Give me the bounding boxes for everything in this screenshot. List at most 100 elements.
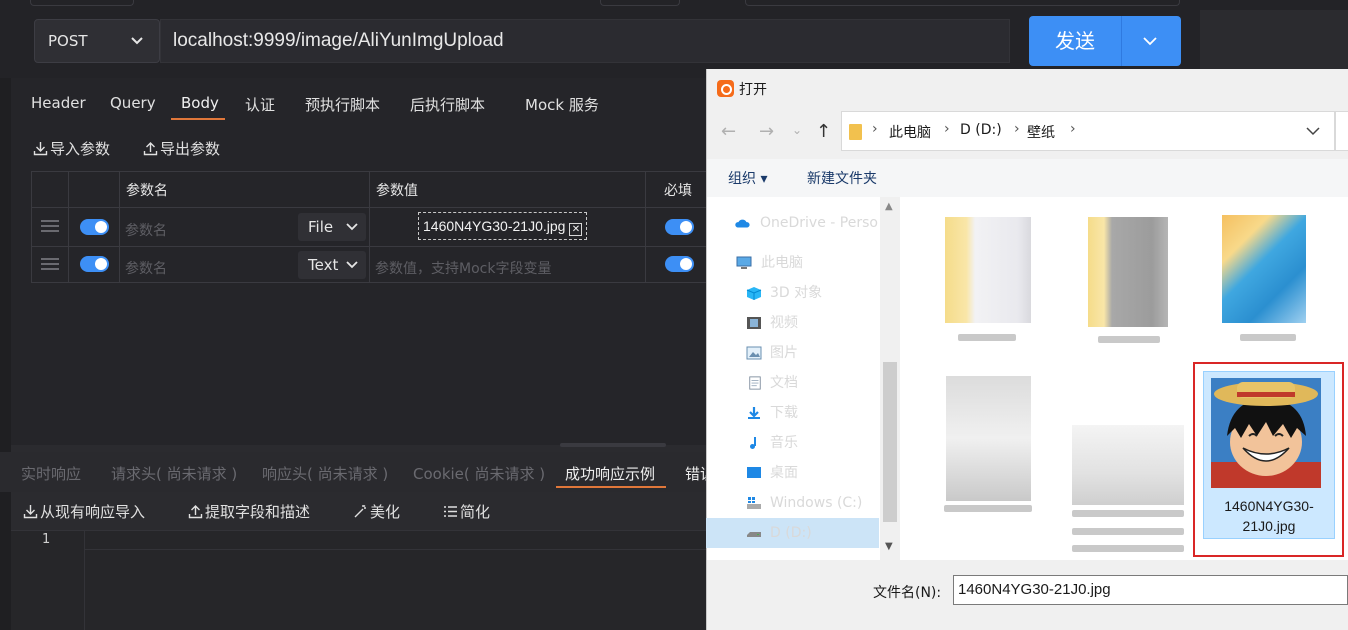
tab-response-headers[interactable]: 响应头( 尚未请求 ) [262,463,388,484]
nav-item-this-pc[interactable]: 此电脑 [706,248,879,278]
extract-fields-button[interactable]: 提取字段和描述 [188,501,310,522]
picture-icon [746,346,762,360]
tab-body[interactable]: Body [181,94,219,112]
scroll-down-icon[interactable]: ▼ [885,541,893,552]
file-label [1072,510,1184,517]
required-toggle[interactable] [665,256,694,272]
panel-splitter[interactable] [560,443,666,447]
tab-pre-script[interactable]: 预执行脚本 [305,94,380,115]
nav-item-onedrive[interactable]: OneDrive - Perso [706,208,879,238]
remove-file-icon[interactable]: ✕ [569,223,583,236]
chevron-down-icon[interactable] [1143,35,1157,47]
nav-item-pictures[interactable]: 图片 [706,338,879,368]
import-params-button[interactable]: 导入参数 [33,138,110,159]
param-name-input[interactable]: 参数名 [125,220,167,240]
enable-toggle[interactable] [80,256,109,272]
nav-item-label: 视频 [770,315,798,331]
upload-icon [143,142,158,156]
image-thumbnail[interactable] [946,376,1031,501]
forward-arrow-icon[interactable]: → [759,121,774,142]
nav-item-label: 文档 [770,375,798,391]
table-line [31,207,711,208]
filename-input[interactable]: 1460N4YG30-21J0.jpg [953,575,1348,605]
download-icon [748,407,760,419]
breadcrumb-this-pc[interactable]: 此电脑 [889,122,931,142]
param-value-input[interactable]: 参数值，支持Mock字段变量 [375,258,551,278]
recent-dropdown-icon[interactable]: ⌄ [792,123,802,137]
upload-icon [188,505,203,519]
enable-toggle[interactable] [80,219,109,235]
nav-item-3d-objects[interactable]: 3D 对象 [706,278,879,308]
tab-live-response[interactable]: 实时响应 [21,463,81,484]
param-type-select[interactable]: Text [298,251,366,279]
required-toggle[interactable] [665,219,694,235]
top-fragment [30,0,134,6]
nav-item-videos[interactable]: 视频 [706,308,879,338]
tab-cookie[interactable]: Cookie( 尚未请求 ) [413,463,545,484]
breadcrumb-wallpaper[interactable]: 壁纸 [1027,122,1055,142]
folder-thumbnail[interactable] [945,217,1031,323]
up-arrow-icon[interactable]: ↑ [816,121,831,142]
dialog-title: 打开 [739,82,767,98]
table-line [31,171,711,172]
url-input[interactable]: localhost:9999/image/AliYunImgUpload [160,19,1010,63]
simplify-label: 简化 [460,503,491,521]
nav-item-drive-c[interactable]: Windows (C:) [706,488,879,518]
breadcrumb-drive-d[interactable]: D (D:) [960,122,1002,138]
table-line [369,171,370,283]
scroll-thumb[interactable] [883,362,897,522]
export-params-label: 导出参数 [160,140,221,158]
column-header-name: 参数名 [126,183,168,199]
image-thumbnail[interactable] [1072,425,1184,505]
organize-button[interactable]: 组织 ▾ [728,168,767,188]
nav-item-drive-d[interactable]: D (D:) [706,518,879,548]
tab-request-headers[interactable]: 请求头( 尚未请求 ) [111,463,237,484]
music-icon [750,437,756,449]
file-chip[interactable]: 1460N4YG30-21J0.jpg ✕ [418,212,588,240]
new-folder-button[interactable]: 新建文件夹 [807,168,877,188]
nav-item-documents[interactable]: 文档 [706,368,879,398]
folder-thumbnail[interactable] [1088,217,1168,327]
export-params-button[interactable]: 导出参数 [143,138,220,159]
nav-item-label: 音乐 [770,435,798,451]
address-bar[interactable]: › 此电脑 › D (D:) › 壁纸 › [841,111,1335,151]
divider [1121,16,1122,66]
organize-label: 组织 [728,171,756,187]
table-line [31,282,711,283]
param-type-select[interactable]: File [298,213,366,241]
tab-mock[interactable]: Mock 服务 [525,94,599,115]
current-line [85,530,706,550]
nav-item-label: OneDrive - Perso [760,215,878,231]
tab-success-example[interactable]: 成功响应示例 [565,463,655,484]
send-button[interactable]: 发送 [1029,16,1181,66]
back-arrow-icon[interactable]: ← [721,121,736,142]
computer-icon [736,256,752,269]
chevron-down-icon[interactable] [1306,125,1320,137]
folder-thumbnail[interactable] [1222,215,1306,323]
simplify-button[interactable]: 简化 [443,501,490,522]
import-response-button[interactable]: 从现有响应导入 [23,501,145,522]
chevron-right-icon: › [1014,121,1020,137]
import-params-label: 导入参数 [50,140,111,158]
nav-scrollbar[interactable]: ▲ ▼ [880,197,900,560]
file-label [1072,545,1184,552]
cube-icon [746,287,762,300]
nav-item-desktop[interactable]: 桌面 [706,458,879,488]
refresh-button[interactable] [1335,111,1348,151]
drive-d-icon [747,532,761,537]
drag-handle-icon[interactable] [41,220,59,232]
drag-handle-icon[interactable] [41,258,59,270]
beautify-button[interactable]: 美化 [353,501,400,522]
tab-post-script[interactable]: 后执行脚本 [410,94,485,115]
chevron-right-icon: › [1070,121,1076,137]
nav-item-downloads[interactable]: 下载 [706,398,879,428]
tab-query[interactable]: Query [110,94,156,112]
download-icon [33,142,48,156]
nav-item-music[interactable]: 音乐 [706,428,879,458]
method-label: POST [48,32,88,50]
tab-auth[interactable]: 认证 [245,94,275,115]
param-name-input[interactable]: 参数名 [125,258,167,278]
method-select[interactable]: POST [34,19,160,63]
tab-header[interactable]: Header [31,94,86,112]
scroll-up-icon[interactable]: ▲ [885,201,893,212]
